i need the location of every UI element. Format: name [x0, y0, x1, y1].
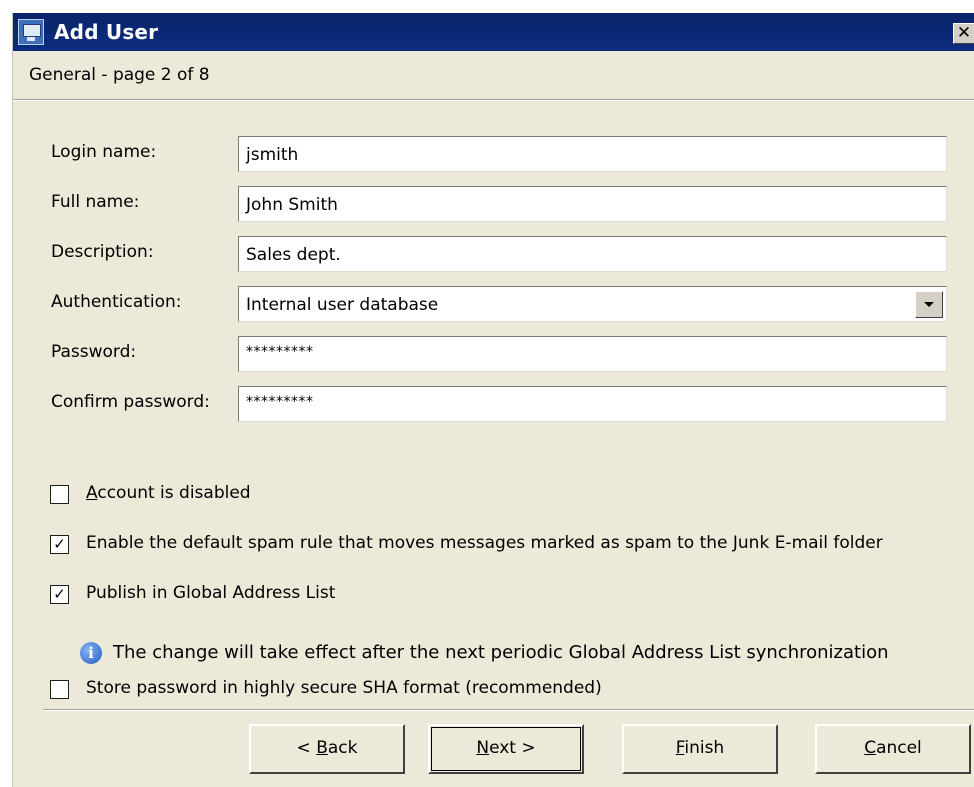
finish-button[interactable]: Finish: [622, 724, 778, 774]
publish-gal-label: Publish in Global Address List: [86, 583, 336, 603]
password-label: Password:: [51, 342, 137, 362]
info-icon: i: [80, 642, 102, 664]
user-admin-icon: [18, 19, 44, 45]
close-button[interactable]: ✕: [953, 23, 974, 44]
password-input[interactable]: *********: [238, 336, 947, 372]
full-name-input[interactable]: John Smith: [238, 186, 947, 222]
cancel-button[interactable]: Cancel: [815, 724, 971, 774]
confirm-password-label: Confirm password:: [51, 392, 210, 412]
authentication-label: Authentication:: [51, 292, 182, 312]
next-button[interactable]: Next >: [428, 724, 584, 774]
sha-format-label: Store password in highly secure SHA form…: [86, 678, 602, 698]
login-name-label: Login name:: [51, 142, 157, 162]
dialog-title: Add User: [54, 20, 159, 44]
add-user-dialog: Add User ✕ General - page 2 of 8 Login n…: [12, 13, 974, 787]
back-button[interactable]: < Back: [249, 724, 405, 774]
spam-rule-checkbox[interactable]: ✓: [50, 535, 69, 554]
description-input[interactable]: Sales dept.: [238, 236, 947, 272]
authentication-selected-value: Internal user database: [246, 295, 439, 315]
confirm-password-input[interactable]: *********: [238, 386, 947, 422]
footer-divider: [43, 709, 974, 711]
gal-info-text: The change will take effect after the ne…: [113, 642, 889, 663]
publish-gal-checkbox[interactable]: ✓: [50, 585, 69, 604]
title-bar[interactable]: Add User ✕: [13, 13, 974, 51]
sha-format-checkbox[interactable]: [50, 680, 69, 699]
chevron-down-icon[interactable]: [915, 291, 943, 318]
account-disabled-checkbox[interactable]: [50, 485, 69, 504]
login-name-input[interactable]: jsmith: [238, 136, 947, 172]
full-name-label: Full name:: [51, 192, 140, 212]
header-divider: [13, 99, 974, 101]
description-label: Description:: [51, 242, 154, 262]
account-disabled-label: Account is disabled: [86, 483, 251, 503]
spam-rule-label: Enable the default spam rule that moves …: [86, 533, 883, 553]
page-header: General - page 2 of 8: [29, 65, 210, 85]
authentication-select[interactable]: Internal user database: [238, 286, 947, 322]
